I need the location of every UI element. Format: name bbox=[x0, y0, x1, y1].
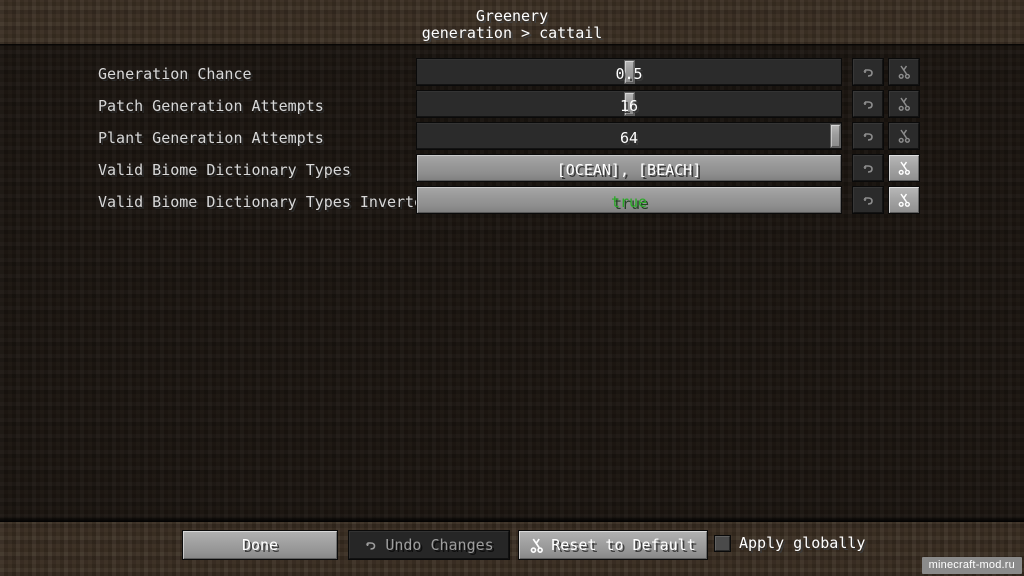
done-button-label: Done bbox=[241, 536, 279, 554]
slider-value: 0.5 bbox=[615, 65, 643, 83]
screen-footer: Done Undo Changes Reset to Default Apply… bbox=[0, 522, 1024, 576]
title-block: Greenery generation > cattail bbox=[0, 8, 1024, 41]
apply-globally-checkbox[interactable] bbox=[714, 534, 731, 552]
option-row: Plant Generation Attempts 64 bbox=[0, 122, 1024, 154]
option-row: Valid Biome Dictionary Types Inverted tr… bbox=[0, 186, 1024, 218]
option-label: Valid Biome Dictionary Types Inverted bbox=[98, 193, 433, 211]
slider-value: 16 bbox=[619, 97, 639, 115]
reset-icon bbox=[898, 65, 910, 79]
undo-icon bbox=[862, 68, 873, 77]
undo-changes-label: Undo Changes bbox=[385, 536, 494, 554]
field-value: [OCEAN], [BEACH] bbox=[556, 161, 702, 179]
patch-generation-attempts-slider[interactable]: 16 bbox=[416, 90, 842, 118]
option-label: Generation Chance bbox=[98, 65, 252, 83]
undo-button[interactable] bbox=[852, 90, 884, 118]
options-list: Generation Chance 0.5 Patch Generation A… bbox=[0, 46, 1024, 522]
reset-icon bbox=[530, 538, 544, 553]
reset-button[interactable] bbox=[888, 186, 920, 214]
undo-icon bbox=[862, 100, 873, 109]
undo-icon bbox=[862, 196, 873, 205]
reset-icon bbox=[898, 161, 910, 175]
reset-button[interactable] bbox=[888, 58, 920, 86]
option-label: Patch Generation Attempts bbox=[98, 97, 324, 115]
page-title: Greenery bbox=[475, 7, 549, 25]
plant-generation-attempts-slider[interactable]: 64 bbox=[416, 122, 842, 150]
option-row: Valid Biome Dictionary Types [OCEAN], [B… bbox=[0, 154, 1024, 186]
watermark: minecraft-mod.ru bbox=[921, 557, 1022, 574]
undo-button[interactable] bbox=[852, 122, 884, 150]
reset-button[interactable] bbox=[888, 122, 920, 150]
undo-changes-button[interactable]: Undo Changes bbox=[348, 530, 510, 560]
apply-globally-control[interactable]: Apply globally bbox=[714, 534, 865, 552]
reset-to-default-label: Reset to Default bbox=[551, 536, 696, 554]
breadcrumb: generation > cattail bbox=[421, 24, 603, 42]
reset-button[interactable] bbox=[888, 154, 920, 182]
reset-icon bbox=[898, 129, 910, 143]
undo-icon bbox=[366, 541, 376, 550]
field-value: true bbox=[610, 193, 648, 211]
option-label: Plant Generation Attempts bbox=[98, 129, 324, 147]
screen-header: Greenery generation > cattail bbox=[0, 0, 1024, 46]
slider-value: 64 bbox=[619, 129, 639, 147]
undo-button[interactable] bbox=[852, 58, 884, 86]
option-row: Patch Generation Attempts 16 bbox=[0, 90, 1024, 122]
undo-button[interactable] bbox=[852, 186, 884, 214]
undo-icon bbox=[862, 164, 873, 173]
reset-to-default-button[interactable]: Reset to Default bbox=[518, 530, 708, 560]
undo-button[interactable] bbox=[852, 154, 884, 182]
valid-biome-dictionary-types-inverted-field[interactable]: true bbox=[416, 186, 842, 214]
apply-globally-label: Apply globally bbox=[739, 534, 866, 552]
option-row: Generation Chance 0.5 bbox=[0, 58, 1024, 90]
valid-biome-dictionary-types-field[interactable]: [OCEAN], [BEACH] bbox=[416, 154, 842, 182]
done-button[interactable]: Done bbox=[182, 530, 338, 560]
minecraft-config-screen: Greenery generation > cattail Generation… bbox=[0, 0, 1024, 576]
undo-icon bbox=[862, 132, 873, 141]
reset-icon bbox=[898, 97, 910, 111]
reset-button[interactable] bbox=[888, 90, 920, 118]
generation-chance-slider[interactable]: 0.5 bbox=[416, 58, 842, 86]
option-label: Valid Biome Dictionary Types bbox=[98, 161, 351, 179]
reset-icon bbox=[898, 193, 910, 207]
